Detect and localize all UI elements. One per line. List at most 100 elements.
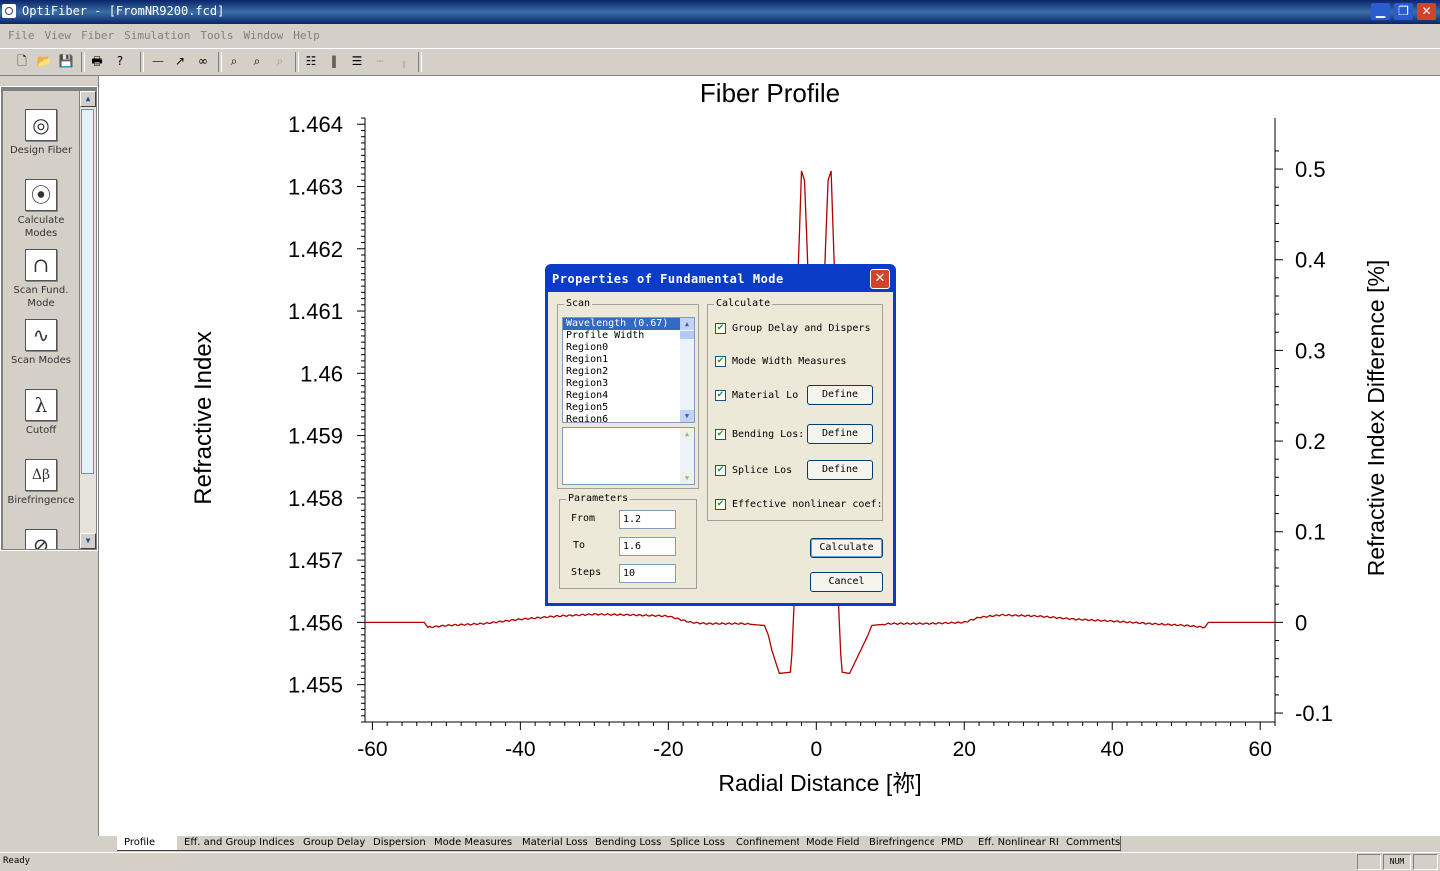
status-panel <box>1413 854 1438 870</box>
menu-fiber[interactable]: Fiber <box>79 26 116 45</box>
group-delay-checkbox[interactable]: ✔ <box>715 323 726 334</box>
cutoff-lambda-icon: λ <box>25 389 57 421</box>
tab-profile[interactable]: Profile <box>117 836 179 851</box>
nonlinear-coef-checkbox[interactable]: ✔ <box>715 499 726 510</box>
from-input[interactable]: 1.2 <box>619 510 676 529</box>
zoom-in-icon[interactable]: ⌕ <box>226 53 242 69</box>
scan-list-item[interactable]: Region2 <box>563 366 694 378</box>
x-tick-label: 40 <box>1101 738 1124 761</box>
close-button[interactable]: ✕ <box>1417 3 1436 20</box>
scroll-thumb[interactable] <box>680 331 694 339</box>
tool-label: Scan Modes <box>11 355 71 366</box>
mode-width-checkbox[interactable]: ✔ <box>715 356 726 367</box>
y2-tick-label: 0.4 <box>1295 248 1326 273</box>
menu-window[interactable]: Window <box>241 26 285 45</box>
calculate-modes-tool[interactable]: ⦿ Calculate Modes <box>3 179 79 240</box>
steps-input[interactable]: 10 <box>619 564 676 583</box>
app-icon[interactable] <box>2 4 16 18</box>
scan-list-item[interactable]: Region1 <box>563 354 694 366</box>
scan-list-item[interactable]: Profile Width <box>563 330 694 342</box>
material-loss-define-button[interactable]: Define <box>807 385 873 405</box>
new-file-icon[interactable]: 🗋 <box>14 53 30 69</box>
marker-icon[interactable]: ╷ <box>396 53 412 69</box>
mode-width-label: Mode Width Measures <box>732 356 847 367</box>
bending-loss-checkbox[interactable]: ✔ <box>715 429 726 440</box>
columns-icon[interactable]: ‖ <box>326 53 342 69</box>
scroll-down-arrow-icon[interactable]: ▼ <box>680 410 694 422</box>
scroll-up-arrow-icon: ▲ <box>680 428 694 440</box>
tab-material-loss[interactable]: Material Loss <box>515 836 590 851</box>
tool-label: Birefringence <box>7 495 75 506</box>
toolbar-separator <box>218 52 222 72</box>
table-icon[interactable]: ☷ <box>303 53 319 69</box>
tool-label: Design Fiber <box>9 145 73 156</box>
zoom-out-icon[interactable]: ⌕ <box>249 53 265 69</box>
scan-list-item[interactable]: Region6 <box>563 414 694 422</box>
save-disk-icon[interactable]: 💾 <box>58 53 74 69</box>
glasses-icon[interactable]: ∞ <box>195 53 211 69</box>
scan-list-item[interactable]: Region5 <box>563 402 694 414</box>
menu-file[interactable]: File <box>6 26 37 45</box>
calculate-modes-icon: ⦿ <box>25 179 57 211</box>
scroll-thumb[interactable] <box>81 109 94 474</box>
menu-simulation[interactable]: Simulation <box>122 26 192 45</box>
listbox-scrollbar[interactable]: ▲ ▼ <box>680 318 694 422</box>
birefringence-tool[interactable]: Δβ Birefringence <box>3 459 79 507</box>
calculate-button[interactable]: Calculate <box>810 538 883 558</box>
calculate-legend: Calculate <box>714 298 773 309</box>
scan-list-item[interactable]: Region3 <box>563 378 694 390</box>
polarization-tool[interactable]: ⊘ <box>3 529 79 549</box>
menu-tools[interactable]: Tools <box>198 26 235 45</box>
tool-sidebar: ◎ Design Fiber ⦿ Calculate Modes ∩ Scan … <box>0 86 98 551</box>
scan-modes-tool[interactable]: ∿ Scan Modes <box>3 319 79 367</box>
tab-comments[interactable]: Comments <box>1059 836 1121 851</box>
tab-eff-nonlinear-ri[interactable]: Eff. Nonlinear RI <box>971 836 1061 851</box>
minimize-button[interactable]: ▁ <box>1371 3 1390 20</box>
zoom-fit-icon[interactable]: ⌕ <box>272 53 288 69</box>
tab-birefringence[interactable]: Birefringence <box>862 836 936 851</box>
help-icon[interactable]: ? <box>112 53 128 69</box>
tab-group-delay[interactable]: Group Delay <box>296 836 368 851</box>
scan-list-item[interactable]: Region0 <box>563 342 694 354</box>
sidebar-scrollbar[interactable]: ▲ ▼ <box>80 91 96 549</box>
cutoff-tool[interactable]: λ Cutoff <box>3 389 79 437</box>
tab-splice-loss[interactable]: Splice Loss <box>663 836 731 851</box>
scroll-up-arrow-icon[interactable]: ▲ <box>680 318 694 330</box>
menu-help[interactable]: Help <box>291 26 322 45</box>
menu-view[interactable]: View <box>43 26 74 45</box>
cancel-button[interactable]: Cancel <box>810 572 883 592</box>
tab-pmd[interactable]: PMD <box>934 836 973 851</box>
scroll-up-arrow-icon[interactable]: ▲ <box>80 91 96 107</box>
tab-dispersion[interactable]: Dispersion <box>366 836 429 851</box>
scan-list-item[interactable]: Region4 <box>563 390 694 402</box>
secondary-listbox[interactable]: ▲ ▼ <box>562 427 695 485</box>
scroll-down-arrow-icon[interactable]: ▼ <box>80 533 96 549</box>
x-tick-label: -60 <box>357 738 387 761</box>
restore-button[interactable]: ❐ <box>1394 3 1413 20</box>
dialog-close-button[interactable]: ✕ <box>870 269 890 289</box>
print-icon[interactable]: 🖶 <box>89 53 105 69</box>
bending-loss-label: Bending Los: <box>732 429 805 440</box>
bending-loss-define-button[interactable]: Define <box>807 424 873 444</box>
scan-fund-mode-tool[interactable]: ∩ Scan Fund. Mode <box>3 249 79 310</box>
rows-icon[interactable]: ☰ <box>349 53 365 69</box>
open-folder-icon[interactable]: 📂 <box>36 53 52 69</box>
x-tick-label: 60 <box>1249 738 1272 761</box>
scan-list-item[interactable]: Wavelength (0.67) <box>563 318 694 330</box>
tab-bending-loss[interactable]: Bending Loss <box>588 836 665 851</box>
y2-tick-label: 0 <box>1295 610 1307 635</box>
tab-mode-field[interactable]: Mode Field <box>799 836 864 851</box>
scan-listbox[interactable]: Wavelength (0.67) Profile Width Region0 Reg… <box>562 317 695 423</box>
material-loss-checkbox[interactable]: ✔ <box>715 390 726 401</box>
tab-eff-and-group-indices[interactable]: Eff. and Group Indices <box>177 836 298 851</box>
splice-loss-define-button[interactable]: Define <box>807 460 873 480</box>
dash-icon[interactable]: ┄ <box>372 53 388 69</box>
splice-loss-checkbox[interactable]: ✔ <box>715 465 726 476</box>
tab-mode-measures[interactable]: Mode Measures <box>427 836 517 851</box>
tab-confinement[interactable]: Confinement <box>729 836 801 851</box>
scan-fund-mode-icon: ∩ <box>25 249 57 281</box>
to-input[interactable]: 1.6 <box>619 537 676 556</box>
line-tool-icon[interactable]: — <box>150 53 166 69</box>
axis-tool-icon[interactable]: ↗ <box>172 53 188 69</box>
design-fiber-tool[interactable]: ◎ Design Fiber <box>3 109 79 157</box>
